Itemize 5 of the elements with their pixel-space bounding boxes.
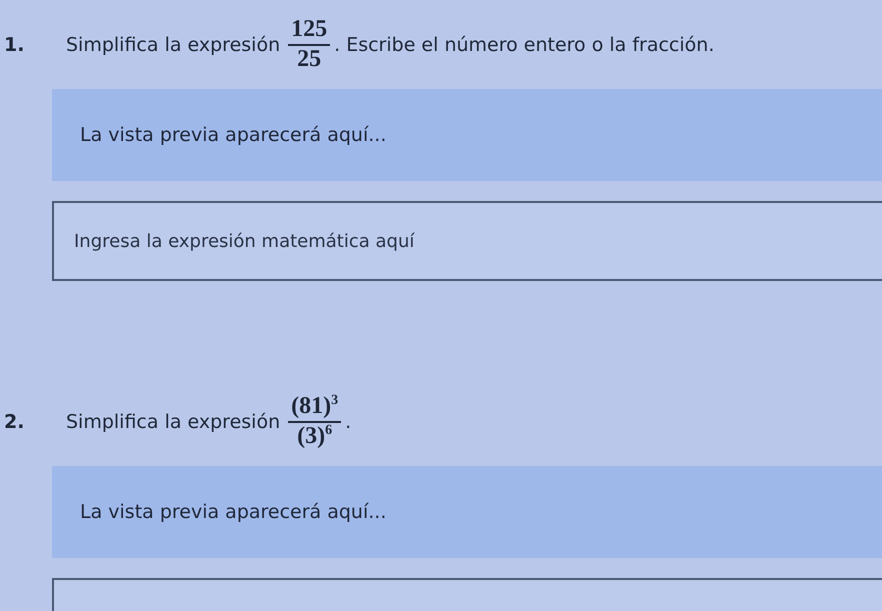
preview-text: La vista previa aparecerá aquí... (80, 501, 386, 524)
preview-text: La vista previa aparecerá aquí... (80, 124, 386, 146)
input-field[interactable]: Ingresa la expresión matemática aquí (52, 201, 882, 282)
question-number: 1. (3, 34, 26, 56)
question-number: 2. (3, 410, 26, 433)
